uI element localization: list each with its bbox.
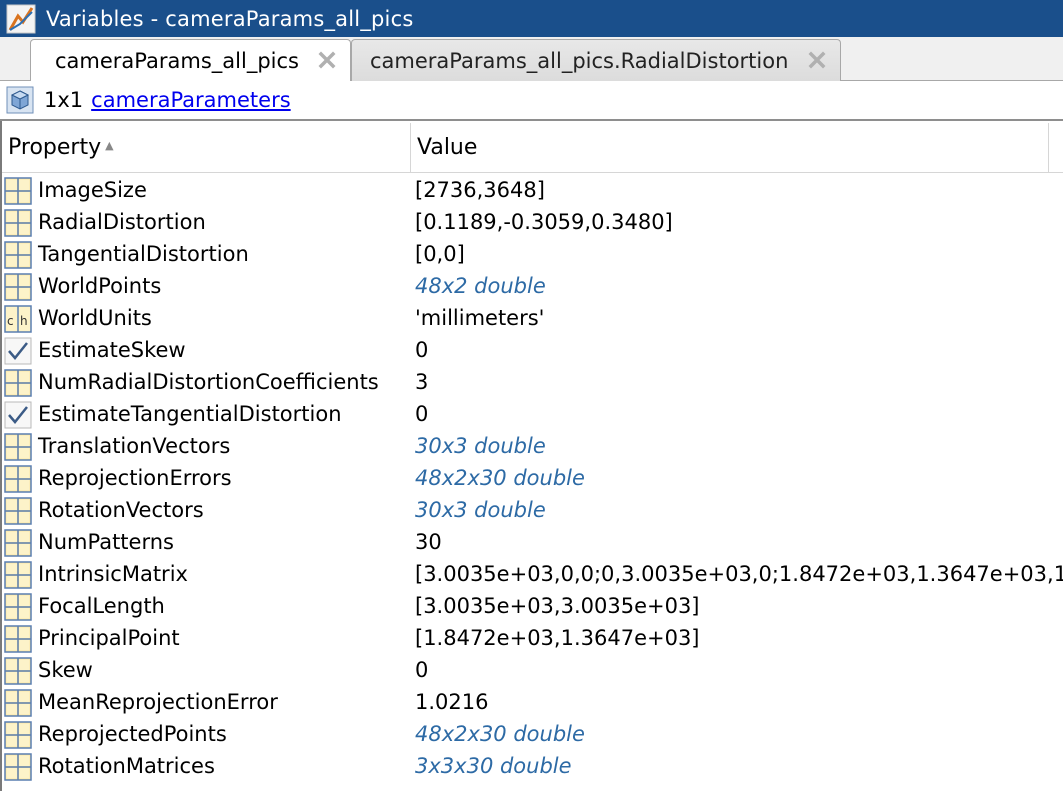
table-row[interactable]: IntrinsicMatrix [3.0035e+03,0,0;0,3.0035e… (0, 559, 1063, 591)
matrix-icon (4, 721, 32, 749)
svg-text:c: c (7, 314, 14, 328)
property-name: ImageSize (38, 178, 147, 202)
table-row[interactable]: RotationVectors 30x3 double (0, 495, 1063, 527)
property-name: Skew (38, 658, 93, 682)
property-name: NumPatterns (38, 530, 174, 554)
matrix-icon (4, 753, 32, 781)
table-row[interactable]: RadialDistortion [0.1189,-0.3059,0.3480] (0, 207, 1063, 239)
table-row[interactable]: ReprojectedPoints 48x2x30 double (0, 719, 1063, 751)
property-name: EstimateSkew (38, 338, 186, 362)
property-name: MeanReprojectionError (38, 690, 278, 714)
matrix-icon (4, 369, 32, 397)
property-value[interactable]: 48x2 double (415, 274, 546, 298)
matrix-icon (4, 273, 32, 301)
property-value[interactable]: 30x3 double (415, 498, 546, 522)
table-row[interactable]: TangentialDistortion [0,0] (0, 239, 1063, 271)
property-name: WorldUnits (38, 306, 152, 330)
property-name: RotationVectors (38, 498, 204, 522)
column-header-label: Property (8, 135, 102, 160)
table-row[interactable]: ReprojectionErrors 48x2x30 double (0, 463, 1063, 495)
matrix-icon (4, 497, 32, 525)
property-value[interactable]: 0 (415, 338, 428, 362)
matrix-icon (4, 657, 32, 685)
property-name: ReprojectionErrors (38, 466, 232, 490)
svg-text:h: h (20, 314, 28, 328)
matrix-icon (4, 433, 32, 461)
property-value[interactable]: 1.0216 (415, 690, 488, 714)
property-value[interactable]: 30x3 double (415, 434, 546, 458)
property-value[interactable]: 3 (415, 370, 428, 394)
property-name: WorldPoints (38, 274, 162, 298)
tab-cameraparams-all-pics[interactable]: cameraParams_all_pics (30, 39, 351, 82)
property-name: TranslationVectors (38, 434, 231, 458)
property-value[interactable]: [2736,3648] (415, 178, 545, 202)
table-row[interactable]: WorldPoints 48x2 double (0, 271, 1063, 303)
variable-size: 1x1 (44, 88, 84, 112)
column-header-value[interactable]: Value (411, 123, 1049, 172)
property-table: ImageSize [2736,3648] RadialDistortion [0.1… (0, 175, 1063, 783)
table-row[interactable]: EstimateTangentialDistortion 0 (0, 399, 1063, 431)
table-row[interactable]: EstimateSkew 0 (0, 335, 1063, 367)
property-value[interactable]: [0.1189,-0.3059,0.3480] (415, 210, 673, 234)
matrix-icon (4, 689, 32, 717)
table-row[interactable]: MeanReprojectionError 1.0216 (0, 687, 1063, 719)
property-name: IntrinsicMatrix (38, 562, 188, 586)
property-name: PrincipalPoint (38, 626, 180, 650)
tab-label: cameraParams_all_pics.RadialDistortion (370, 48, 789, 73)
property-value[interactable]: 'millimeters' (415, 306, 544, 330)
table-row[interactable]: Skew 0 (0, 655, 1063, 687)
close-icon[interactable] (806, 49, 828, 71)
property-name: ReprojectedPoints (38, 722, 227, 746)
property-name: EstimateTangentialDistortion (38, 402, 342, 426)
property-value[interactable]: [3.0035e+03,0,0;0,3.0035e+03,0;1.8472e+0… (415, 562, 1063, 586)
tab-strip: cameraParams_all_pics cameraParams_all_p… (0, 37, 1063, 82)
matrix-icon (4, 241, 32, 269)
property-name: RotationMatrices (38, 754, 215, 778)
property-value[interactable]: 0 (415, 402, 428, 426)
property-value[interactable]: 0 (415, 658, 428, 682)
class-link[interactable]: cameraParameters (91, 88, 291, 112)
matrix-icon (4, 465, 32, 493)
property-value[interactable]: [1.8472e+03,1.3647e+03] (415, 626, 700, 650)
matrix-icon (4, 625, 32, 653)
table-row[interactable]: ImageSize [2736,3648] (0, 175, 1063, 207)
object-cube-icon (6, 86, 34, 114)
property-value[interactable]: 3x3x30 double (415, 754, 572, 778)
table-row[interactable]: NumPatterns 30 (0, 527, 1063, 559)
table-row[interactable]: PrincipalPoint [1.8472e+03,1.3647e+03] (0, 623, 1063, 655)
property-value[interactable]: [0,0] (415, 242, 465, 266)
table-row[interactable]: NumRadialDistortionCoefficients 3 (0, 367, 1063, 399)
window-title: Variables - cameraParams_all_pics (46, 6, 414, 31)
tab-radial-distortion[interactable]: cameraParams_all_pics.RadialDistortion (351, 39, 841, 81)
matrix-icon (4, 209, 32, 237)
matrix-icon (4, 529, 32, 557)
table-header: Property ▲ Value (0, 123, 1063, 173)
title-bar: Variables - cameraParams_all_pics (0, 0, 1063, 37)
close-icon[interactable] (316, 49, 338, 71)
table-row[interactable]: TranslationVectors 30x3 double (0, 431, 1063, 463)
column-header-property[interactable]: Property ▲ (0, 123, 411, 172)
table-row[interactable]: RotationMatrices 3x3x30 double (0, 751, 1063, 783)
table-row[interactable]: c h WorldUnits'millimeters' (0, 303, 1063, 335)
property-value[interactable]: 48x2x30 double (415, 722, 585, 746)
property-name: TangentialDistortion (38, 242, 249, 266)
table-row[interactable]: FocalLength [3.0035e+03,3.0035e+03] (0, 591, 1063, 623)
sort-ascending-icon: ▲ (105, 139, 114, 152)
property-name: FocalLength (38, 594, 165, 618)
checkbox-icon (4, 337, 32, 365)
char-icon: ch (4, 305, 32, 333)
matrix-icon (4, 593, 32, 621)
property-name: RadialDistortion (38, 210, 206, 234)
matrix-icon (4, 177, 32, 205)
tab-label: cameraParams_all_pics (55, 49, 299, 73)
checkbox-icon (4, 401, 32, 429)
column-header-label: Value (417, 135, 478, 160)
property-value[interactable]: 48x2x30 double (415, 466, 585, 490)
matlab-variables-icon (6, 4, 36, 33)
property-value[interactable]: [3.0035e+03,3.0035e+03] (415, 594, 700, 618)
matrix-icon (4, 561, 32, 589)
property-name: NumRadialDistortionCoefficients (38, 370, 379, 394)
variable-info-bar: 1x1 cameraParameters (0, 81, 1063, 121)
property-value[interactable]: 30 (415, 530, 442, 554)
